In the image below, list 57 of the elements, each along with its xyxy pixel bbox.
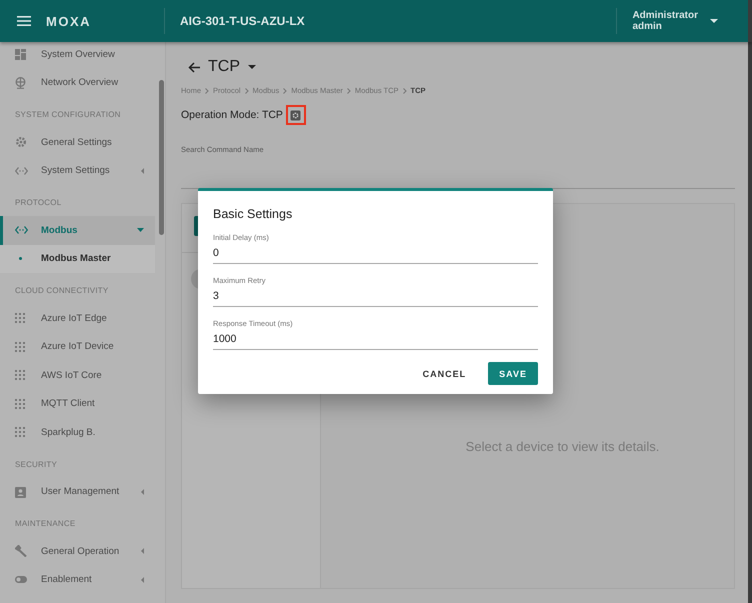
scrollbar[interactable] [159, 80, 164, 235]
sidebar-item[interactable]: System Settings [0, 156, 155, 185]
input-field[interactable]: 0 [213, 242, 538, 264]
section-heading: MAINTENANCE [14, 518, 76, 530]
grid-icon [15, 370, 25, 380]
user-menu[interactable]: Administrator admin [632, 10, 718, 32]
sidebar-item[interactable]: MQTT Client [0, 390, 155, 418]
input-field[interactable]: 1000 [213, 328, 538, 350]
menu-icon[interactable] [17, 16, 31, 26]
brand-logo: MOXA [46, 14, 92, 28]
section-heading: SECURITY [14, 458, 58, 470]
settings-button[interactable] [286, 105, 306, 125]
caret-icon[interactable] [248, 65, 256, 69]
section-heading: CLOUD CONNECTIVITY [14, 285, 110, 297]
toggle-icon [15, 576, 27, 584]
chevron-icon [402, 88, 407, 94]
code-icon [15, 226, 28, 234]
grid-icon [15, 398, 25, 409]
sidebar-item[interactable]: Network Overview [0, 68, 155, 97]
chevron-icon [244, 88, 249, 94]
sidebar-item[interactable]: User Management [0, 478, 155, 506]
grid-icon [15, 427, 25, 438]
section-heading: PROTOCOL [14, 197, 62, 209]
sidebar-subitem[interactable]: Modbus Master [0, 244, 155, 273]
settings-icon [290, 110, 302, 120]
section-heading: SYSTEM CONFIGURATION [14, 109, 122, 121]
caret-icon [710, 19, 718, 23]
chevron-icon [346, 88, 351, 94]
input-field[interactable]: 3 [213, 285, 538, 307]
wrench-icon [15, 545, 27, 558]
chevron-icon [205, 88, 210, 94]
grid-icon [15, 342, 25, 352]
sidebar-item[interactable]: System Overview [0, 42, 155, 68]
user-role: Administrator [632, 10, 698, 21]
sidebar-item[interactable]: General Operation [0, 537, 155, 566]
back-arrow-icon[interactable] [188, 62, 200, 72]
grid-icon [15, 313, 25, 324]
chevron-icon [283, 88, 288, 94]
sidebar-item[interactable]: Sparkplug B. [0, 418, 155, 446]
cancel-button[interactable]: CANCEL [412, 362, 478, 385]
sidebar-item[interactable]: Azure IoT Edge [0, 304, 155, 332]
dashboard-icon [15, 48, 26, 60]
page-title: TCP [208, 58, 240, 76]
badge-icon [15, 486, 26, 498]
save-button[interactable]: SAVE [488, 362, 538, 385]
sidebar-item[interactable]: Azure IoT Device [0, 332, 155, 361]
sidebar-item[interactable]: General Settings [0, 128, 155, 156]
sidebar-item[interactable]: Enablement [0, 566, 155, 594]
operation-mode: Operation Mode: TCP [181, 109, 283, 121]
dialog-title: Basic Settings [213, 207, 294, 221]
code-icon [15, 166, 28, 175]
user-name: admin [632, 21, 663, 32]
sidebar-item[interactable]: AWS IoT Core [0, 361, 155, 390]
sidebar-item[interactable]: Modbus [0, 216, 155, 244]
device-name: AIG-301-T-US-AZU-LX [180, 14, 305, 28]
globe-icon [15, 76, 26, 89]
gear-icon [15, 136, 27, 148]
